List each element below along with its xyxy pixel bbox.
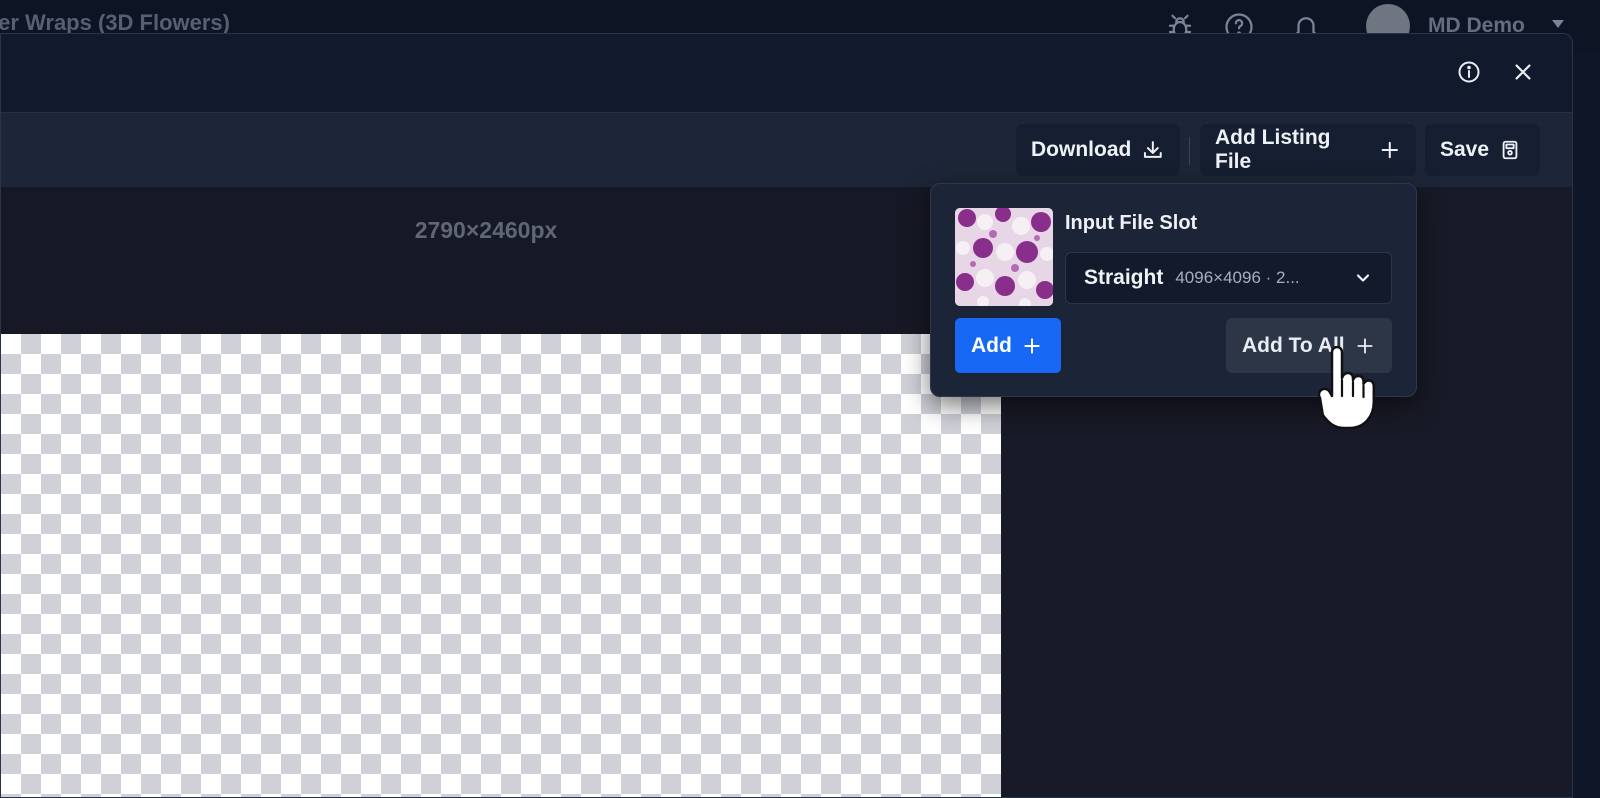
- download-button[interactable]: Download: [1016, 124, 1180, 176]
- add-button[interactable]: Add: [955, 318, 1061, 373]
- save-icon: [1502, 140, 1518, 160]
- file-slot-select[interactable]: Straight 4096×4096 · 2...: [1065, 252, 1392, 304]
- add-listing-file-label: Add Listing File: [1215, 126, 1331, 173]
- editor-toolbar: Download Add Listing File Save: [1, 113, 1572, 188]
- chevron-down-icon: [1356, 274, 1370, 282]
- close-icon[interactable]: [1507, 56, 1539, 88]
- hand-pointer-cursor: [1318, 346, 1376, 430]
- download-label: Download: [1031, 138, 1132, 161]
- file-thumbnail[interactable]: [955, 208, 1053, 306]
- preview-area: 2790×2460px: [1, 187, 1001, 797]
- caret-down-icon[interactable]: [1552, 20, 1564, 28]
- canvas-dimensions: 2790×2460px: [414, 217, 558, 243]
- add-label: Add: [971, 333, 1012, 357]
- add-listing-file-button[interactable]: Add Listing File: [1200, 124, 1416, 176]
- save-button[interactable]: Save: [1425, 124, 1540, 176]
- select-value: Straight: [1084, 266, 1164, 289]
- toolbar-divider: [1189, 137, 1190, 165]
- modal-header: [1, 34, 1572, 113]
- select-meta: 4096×4096 · 2...: [1175, 268, 1300, 287]
- download-icon: [1144, 141, 1163, 158]
- save-label: Save: [1440, 138, 1490, 161]
- plus-icon: [1382, 141, 1399, 159]
- transparent-canvas[interactable]: [1, 334, 1001, 797]
- info-icon[interactable]: [1453, 56, 1485, 88]
- input-file-slot-label: Input File Slot: [1065, 212, 1198, 234]
- plus-icon: [1024, 337, 1040, 354]
